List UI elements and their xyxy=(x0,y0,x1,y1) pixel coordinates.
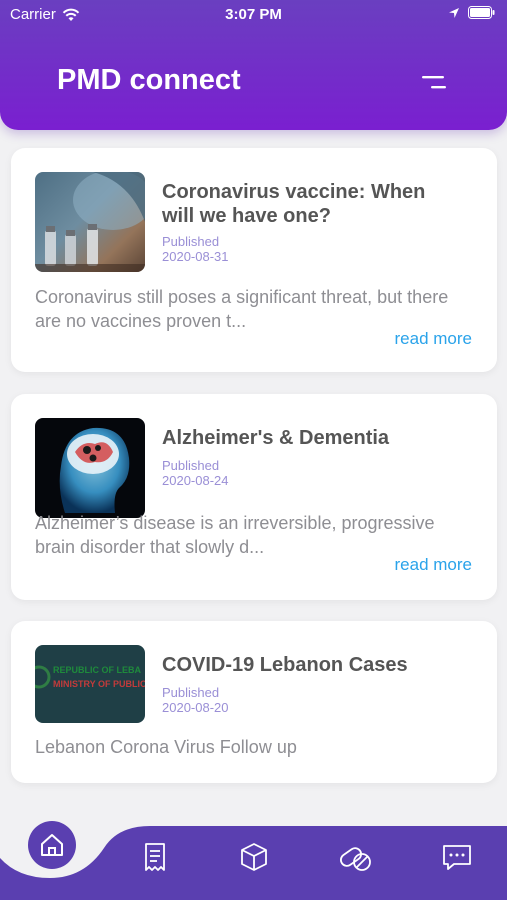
chat-icon xyxy=(443,845,471,870)
article-title[interactable]: COVID-19 Lebanon Cases xyxy=(162,653,462,677)
read-more-link[interactable]: read more xyxy=(395,329,472,349)
article-excerpt: Coronavirus still poses a significant th… xyxy=(35,287,449,331)
status-bar: Carrier 3:07 PM xyxy=(0,0,507,30)
thumb-caption-2: MINISTRY OF PUBLIC HE xyxy=(53,679,145,689)
box-icon xyxy=(241,843,267,871)
published-label: Published xyxy=(162,234,220,249)
app-title: PMD connect xyxy=(57,64,241,96)
home-icon xyxy=(41,834,63,856)
orders-nav-button[interactable] xyxy=(138,840,172,874)
published-date: 2020-08-24 xyxy=(162,473,229,488)
location-arrow-icon xyxy=(449,7,459,18)
article-excerpt: Alzheimer’s disease is an irreversible, … xyxy=(35,513,435,557)
read-more-link[interactable]: read more xyxy=(395,555,472,575)
article-card[interactable]: REPUBLIC OF LEBA MINISTRY OF PUBLIC HE C… xyxy=(11,621,497,783)
app-header: Carrier 3:07 PM PMD connect xyxy=(0,0,507,130)
medicines-nav-button[interactable] xyxy=(337,840,375,874)
article-excerpt: Lebanon Corona Virus Follow up xyxy=(35,737,297,757)
brain-scan-image xyxy=(59,427,130,513)
pills-icon xyxy=(340,847,371,871)
receipt-icon xyxy=(145,843,165,871)
article-card[interactable]: Alzheimer's & Dementia Published 2020-08… xyxy=(11,394,497,600)
products-nav-button[interactable] xyxy=(237,840,271,874)
status-time: 3:07 PM xyxy=(225,6,282,23)
article-card[interactable]: Coronavirus vaccine: When will we have o… xyxy=(11,148,497,372)
article-title[interactable]: Alzheimer's & Dementia xyxy=(162,426,462,450)
battery-icon xyxy=(468,6,495,19)
menu-icon xyxy=(422,76,446,89)
thumb-caption-1: REPUBLIC OF LEBA xyxy=(53,665,142,675)
article-thumbnail xyxy=(35,418,145,518)
published-label: Published xyxy=(162,685,220,700)
menu-button[interactable] xyxy=(418,70,450,96)
published-date: 2020-08-20 xyxy=(162,700,229,715)
status-right-icons xyxy=(448,6,495,19)
article-thumbnail: REPUBLIC OF LEBA MINISTRY OF PUBLIC HE xyxy=(35,645,145,723)
article-title[interactable]: Coronavirus vaccine: When will we have o… xyxy=(162,180,462,228)
published-date: 2020-08-31 xyxy=(162,249,229,264)
published-label: Published xyxy=(162,458,220,473)
article-thumbnail xyxy=(35,172,145,272)
home-nav-button[interactable] xyxy=(28,821,76,869)
messages-nav-button[interactable] xyxy=(440,840,474,874)
vaccine-vials-image xyxy=(35,172,145,272)
